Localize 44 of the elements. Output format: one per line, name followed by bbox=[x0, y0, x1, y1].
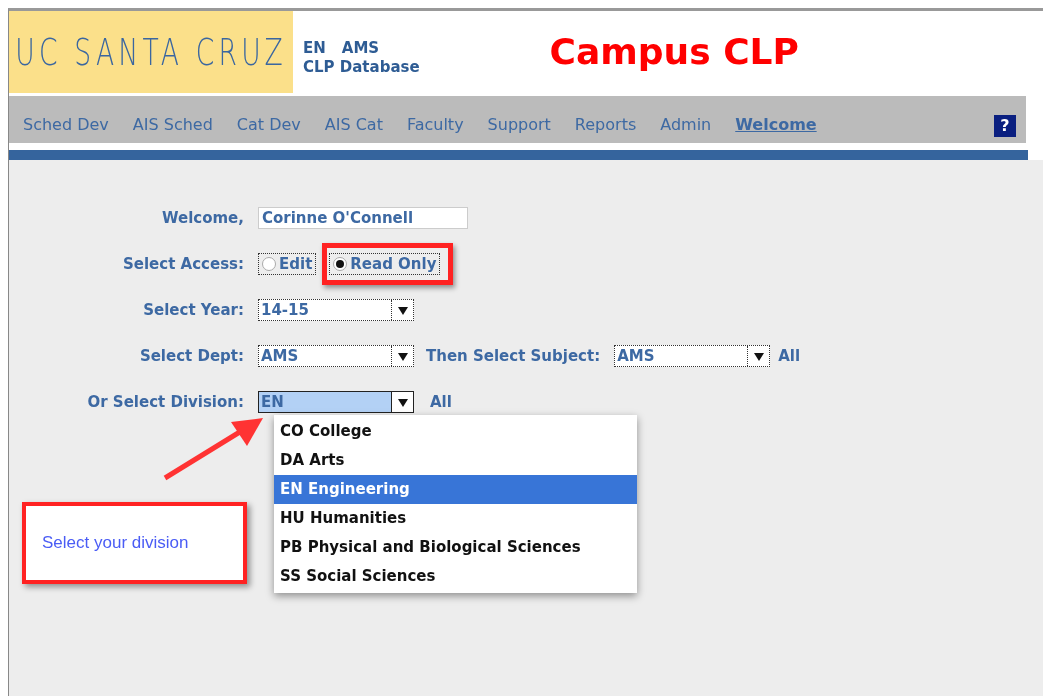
dropdown-option[interactable]: CO College bbox=[274, 417, 637, 446]
nav-link[interactable]: Admin bbox=[660, 113, 712, 137]
help-button[interactable]: ? bbox=[994, 115, 1016, 137]
dropdown-option[interactable]: HU Humanities bbox=[274, 504, 637, 533]
nav-link[interactable]: Support bbox=[487, 113, 551, 137]
field-label: Select Access: bbox=[122, 253, 245, 275]
nav-link[interactable]: Reports bbox=[574, 113, 637, 137]
division-select[interactable]: EN bbox=[258, 391, 414, 413]
nav-link[interactable]: AIS Sched bbox=[132, 113, 213, 137]
arrow-icon bbox=[163, 418, 263, 481]
field-label: Welcome, bbox=[160, 207, 245, 229]
nav-link[interactable]: Faculty bbox=[406, 113, 464, 137]
all-link[interactable]: All bbox=[430, 390, 452, 414]
dropdown-option[interactable]: SS Social Sciences bbox=[274, 562, 637, 591]
field-label: Or Select Division: bbox=[86, 391, 245, 413]
caret-icon bbox=[753, 351, 764, 361]
division-code: EN bbox=[303, 39, 326, 58]
radio-option[interactable]: Edit bbox=[258, 253, 317, 275]
all-link[interactable]: All bbox=[778, 344, 801, 368]
nav-link[interactable]: Cat Dev bbox=[236, 113, 301, 137]
dept-select[interactable]: AMS bbox=[258, 345, 414, 367]
name-field[interactable]: Corinne O'Connell bbox=[258, 207, 468, 229]
year-select[interactable]: 14-15 bbox=[258, 299, 414, 321]
dropdown-option[interactable]: EN Engineering bbox=[274, 475, 637, 504]
dropdown-option[interactable]: DA Arts bbox=[274, 446, 637, 475]
nav-link[interactable]: Welcome bbox=[735, 113, 817, 137]
dropdown-option[interactable]: PB Physical and Biological Sciences bbox=[274, 533, 637, 562]
callout-text: Select your division bbox=[42, 532, 189, 555]
radio-label: Edit bbox=[279, 253, 313, 275]
field-label: Select Dept: bbox=[138, 345, 245, 367]
field-label: Select Year: bbox=[142, 299, 245, 321]
subject-select[interactable]: AMS bbox=[614, 345, 771, 367]
nav-link[interactable]: Sched Dev bbox=[23, 113, 109, 137]
logo-text: UC SANTA CRUZ bbox=[15, 28, 287, 76]
caret-icon bbox=[397, 351, 408, 361]
caret-icon bbox=[397, 397, 408, 407]
radio-label: Read Only bbox=[350, 253, 437, 275]
caret-icon bbox=[397, 305, 408, 315]
nav-link[interactable]: AIS Cat bbox=[324, 113, 383, 137]
field-label: Then Select Subject: bbox=[425, 345, 602, 367]
app-subtitle: CLP Database bbox=[303, 58, 420, 77]
radio-option[interactable]: Read Only bbox=[329, 253, 441, 275]
dept-code: AMS bbox=[341, 39, 380, 58]
app-title: Campus CLP bbox=[549, 30, 799, 74]
